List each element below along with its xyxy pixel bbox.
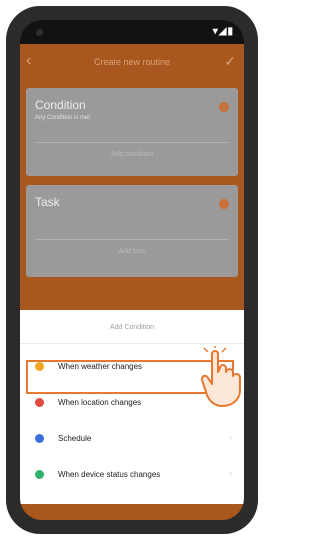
page-title: Create new routine bbox=[93, 57, 171, 67]
add-task-plus-icon[interactable] bbox=[219, 199, 229, 209]
sheet-title: Add Condition bbox=[110, 324, 154, 331]
phone-frame: ▾◢▮ ‹ Create new routine ✓ Condition Any… bbox=[6, 6, 258, 534]
task-card[interactable]: Task Add task bbox=[26, 185, 238, 277]
phone-screen-bezel: ▾◢▮ ‹ Create new routine ✓ Condition Any… bbox=[20, 20, 244, 520]
device-status-icon bbox=[35, 470, 44, 479]
check-icon[interactable]: ✓ bbox=[224, 53, 236, 70]
status-bar: ▾◢▮ bbox=[20, 20, 244, 44]
schedule-icon bbox=[35, 434, 44, 443]
option-label: When location changes bbox=[58, 398, 142, 407]
sheet-divider bbox=[20, 343, 244, 344]
app-screen: ▾◢▮ ‹ Create new routine ✓ Condition Any… bbox=[20, 20, 244, 520]
condition-card[interactable]: Condition Any Condition is met Add condi… bbox=[26, 88, 238, 176]
card-divider bbox=[35, 239, 229, 240]
chevron-right-icon: › bbox=[229, 432, 232, 442]
navigation-bar bbox=[20, 504, 244, 520]
option-label: When device status changes bbox=[58, 470, 161, 479]
location-pin-icon bbox=[35, 398, 44, 407]
option-label: Schedule bbox=[58, 434, 92, 443]
add-task-hint: Add task bbox=[118, 248, 146, 255]
task-title: Task bbox=[35, 195, 60, 209]
condition-option-schedule[interactable]: Schedule › bbox=[20, 422, 244, 456]
condition-subtitle: Any Condition is met bbox=[35, 115, 91, 121]
pointing-hand-icon bbox=[200, 346, 241, 407]
add-condition-plus-icon[interactable] bbox=[219, 102, 229, 112]
condition-title: Condition bbox=[35, 98, 86, 112]
camera-icon bbox=[36, 29, 43, 36]
condition-option-device-status[interactable]: When device status changes › bbox=[20, 458, 244, 492]
card-divider bbox=[35, 142, 229, 143]
status-icons: ▾◢▮ bbox=[212, 26, 234, 37]
app-bar: ‹ Create new routine ✓ bbox=[20, 44, 244, 84]
chevron-right-icon: › bbox=[229, 468, 232, 478]
add-condition-hint: Add condition bbox=[110, 151, 154, 158]
